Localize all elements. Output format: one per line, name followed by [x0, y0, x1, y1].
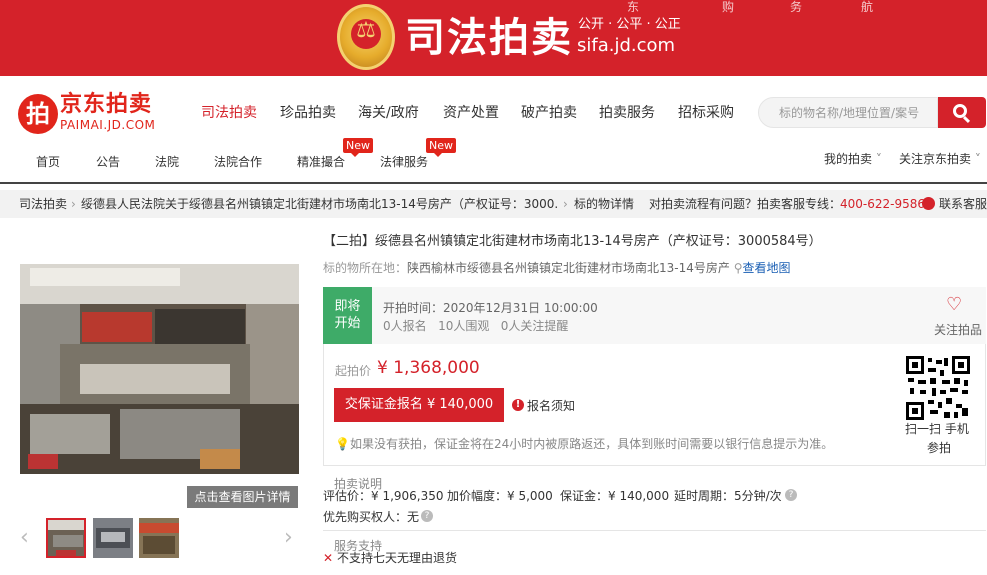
status-badge-line1: 即将 — [334, 299, 361, 314]
participation-stats: 0人报名 10人围观 0人关注提醒 — [383, 319, 569, 333]
priority-buyer: 优先购买权人：无 — [323, 510, 420, 524]
chevron-down-icon: ˅ — [872, 152, 882, 166]
banner-nav-item[interactable]: 购 — [722, 0, 734, 14]
help-icon[interactable]: ? — [421, 510, 433, 522]
alert-icon: ! — [512, 399, 524, 411]
banner-slogan: 公开 · 公平 · 公正 — [578, 17, 681, 32]
breadcrumb-current: 标的物详情 — [574, 197, 635, 211]
sub-nav-court-cooperation[interactable]: 法院合作 — [214, 155, 262, 169]
location-value: 陕西榆林市绥德县名州镇镇定北街建材市场南北13-14号房产 — [407, 261, 730, 275]
main-nav-judicial-auction[interactable]: 司法拍卖 — [201, 104, 257, 122]
sub-nav-court[interactable]: 法院 — [155, 155, 179, 169]
breadcrumb-item[interactable]: 绥德县人民法院关于绥德县名州镇镇定北街建材市场南北13-14号房产（产权证号：3… — [81, 196, 559, 212]
search-button[interactable] — [938, 97, 986, 128]
sub-nav-notice[interactable]: 公告 — [96, 155, 120, 169]
deposit-amount: 保证金：¥ 140,000 — [560, 489, 670, 503]
section-divider — [323, 530, 986, 531]
follow-jd-auction-menu[interactable]: 关注京东拍卖 ˅ — [899, 152, 981, 166]
main-nav-auction-service[interactable]: 拍卖服务 — [599, 104, 655, 122]
follow-label: 关注京东拍卖 — [899, 152, 972, 166]
status-badge-line2: 开始 — [334, 316, 361, 331]
chevron-right-icon: › — [563, 197, 568, 211]
thumbnail-2[interactable] — [93, 518, 133, 558]
start-time: 开拍时间：2020年12月31日 10:00:00 — [383, 301, 598, 315]
main-nav-tender[interactable]: 招标采购 — [678, 104, 734, 122]
contact-service-link[interactable]: 联系客服 — [939, 196, 987, 212]
starting-price-label: 起拍价 — [335, 364, 372, 378]
status-badge: 即将 开始 — [323, 287, 372, 344]
new-badge: New — [343, 138, 373, 157]
auction-status-panel — [323, 287, 986, 344]
service-icon — [922, 197, 935, 210]
logo-text[interactable]: 京东拍卖 — [60, 90, 152, 120]
main-nav-asset-disposal[interactable]: 资产处置 — [443, 104, 499, 122]
banner-domain: sifa.jd.com — [577, 35, 676, 56]
banner-title: 司法拍卖 — [405, 15, 573, 61]
banner-nav-item[interactable]: 务 — [790, 0, 802, 14]
new-badge: New — [426, 138, 456, 157]
hotline-number: 400-622-9586 — [840, 197, 926, 211]
main-nav-bankruptcy[interactable]: 破产拍卖 — [521, 104, 577, 122]
my-auction-menu[interactable]: 我的拍卖 ˅ — [824, 152, 882, 166]
pay-deposit-register-button[interactable]: 交保证金报名 ¥ 140,000 — [334, 388, 504, 422]
bid-increment: 加价幅度：¥ 5,000 — [447, 489, 553, 503]
close-icon: ✕ — [323, 551, 334, 565]
chevron-left-icon[interactable]: ‹ — [20, 527, 29, 549]
court-emblem-icon: ⚖ — [337, 4, 395, 70]
logo-domain: PAIMAI.JD.COM — [60, 118, 156, 132]
breadcrumb-root[interactable]: 司法拍卖 — [19, 196, 67, 212]
qr-caption: 扫一扫 手机 — [905, 422, 969, 436]
view-photo-details-button[interactable]: 点击查看图片详情 — [187, 486, 298, 508]
lightbulb-icon: 💡 — [335, 437, 350, 451]
view-map-link[interactable]: 查看地图 — [743, 261, 791, 275]
registration-notice-link[interactable]: 报名须知 — [527, 399, 575, 413]
help-text: 对拍卖流程有问题？拍卖客服专线： — [649, 197, 842, 211]
thumbnail-3[interactable] — [139, 518, 179, 558]
delay-period: 延时周期：5分钟/次 — [674, 489, 782, 503]
map-pin-icon: ⚲ — [733, 261, 743, 275]
sub-nav-home[interactable]: 首页 — [36, 155, 60, 169]
qr-caption-2: 参拍 — [927, 441, 952, 455]
location-label: 标的物所在地： — [323, 261, 408, 275]
main-nav-collectibles[interactable]: 珍品拍卖 — [280, 104, 336, 122]
top-banner: 东 购 务 航 ⚖ 司法拍卖 公开 · 公平 · 公正 sifa.jd.com — [0, 0, 987, 76]
banner-nav-item[interactable]: 东 — [627, 0, 639, 14]
nav-divider — [0, 182, 987, 184]
my-auction-label: 我的拍卖 — [824, 152, 873, 166]
thumbnail-1[interactable] — [46, 518, 86, 558]
item-main-photo[interactable] — [20, 264, 299, 474]
search-input[interactable] — [758, 97, 938, 128]
refund-tip: 如果没有获拍，保证金将在24小时内被原路返还，具体到账时间需要以银行信息提示为准… — [350, 437, 834, 451]
follow-item-label[interactable]: 关注拍品 — [934, 323, 982, 337]
sub-nav-legal-service[interactable]: 法律服务 — [380, 155, 428, 169]
item-location: 标的物所在地：陕西榆林市绥德县名州镇镇定北街建材市场南北13-14号房产 ⚲查看… — [323, 261, 791, 275]
qr-code-icon — [906, 356, 970, 420]
chevron-right-icon: › — [71, 197, 76, 211]
appraisal-price: 评估价：¥ 1,906,350 — [323, 489, 444, 503]
jd-auction-logo-icon[interactable]: 拍 — [18, 94, 58, 134]
help-icon[interactable]: ? — [785, 489, 797, 501]
chevron-down-icon: ˅ — [971, 152, 981, 166]
chevron-right-icon[interactable]: › — [284, 527, 293, 549]
starting-price-value: ¥ 1,368,000 — [377, 358, 480, 378]
breadcrumb: 司法拍卖 › 绥德县人民法院关于绥德县名州镇镇定北街建材市场南北13-14号房产… — [0, 190, 987, 218]
sub-nav-matchmaking[interactable]: 精准撮合 — [297, 155, 345, 169]
no-return-policy: 不支持七天无理由退货 — [337, 551, 458, 565]
item-title: 【二拍】绥德县名州镇镇定北街建材市场南北13-14号房产（产权证号：300058… — [323, 234, 822, 249]
heart-plus-icon[interactable]: ♡ — [946, 295, 970, 315]
banner-nav-item[interactable]: 航 — [861, 0, 873, 14]
main-nav-customs-government[interactable]: 海关/政府 — [358, 104, 419, 122]
